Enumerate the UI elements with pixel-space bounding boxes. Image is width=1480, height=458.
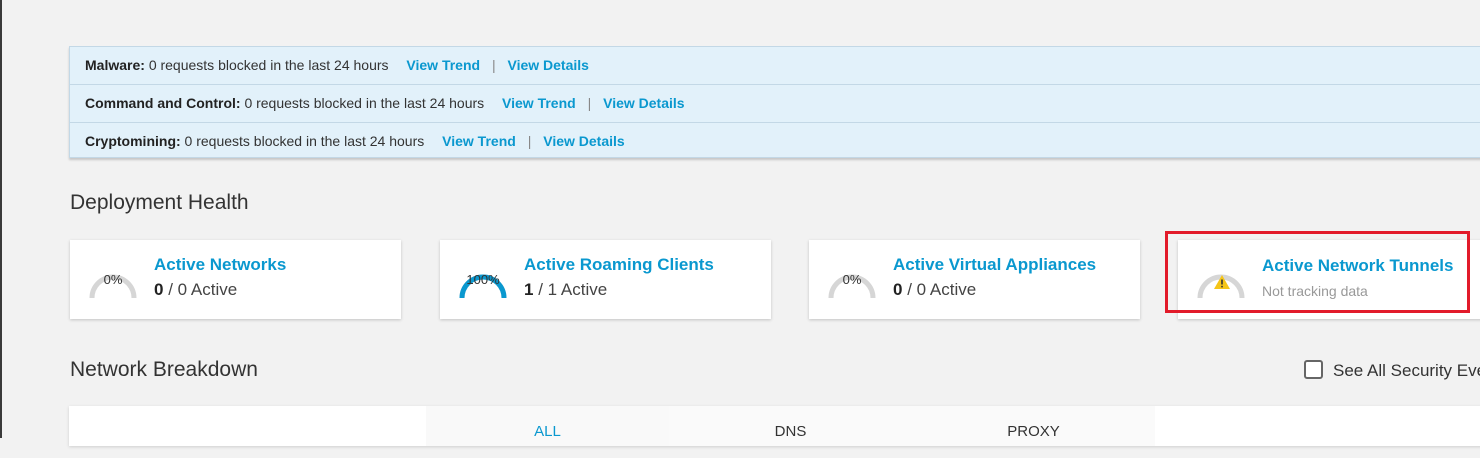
alert-text: 0 requests blocked in the last 24 hours (148, 57, 389, 73)
active-roaming-clients-card[interactable]: 100% Active Roaming Clients 1 / 1 Active (440, 240, 771, 319)
card-title[interactable]: Active Roaming Clients (524, 255, 714, 275)
link-separator: | (587, 95, 592, 111)
view-trend-link[interactable]: View Trend (502, 95, 576, 111)
tab-dns[interactable]: DNS (669, 406, 912, 446)
alert-label: Malware: (85, 57, 145, 73)
alert-label: Cryptomining: (85, 133, 181, 149)
card-title[interactable]: Active Networks (154, 255, 286, 275)
highlight-box (1165, 231, 1470, 313)
deployment-health-heading: Deployment Health (70, 191, 249, 214)
gauge-percent: 0% (103, 272, 123, 287)
threat-alerts-panel: Malware: 0 requests blocked in the last … (69, 46, 1480, 158)
window-edge (0, 0, 2, 438)
active-networks-card[interactable]: 0% Active Networks 0 / 0 Active (70, 240, 401, 319)
alert-row-cryptomining: Cryptomining: 0 requests blocked in the … (70, 123, 1480, 160)
view-trend-link[interactable]: View Trend (406, 57, 480, 73)
card-stat: 0 / 0 Active (154, 280, 237, 300)
card-title[interactable]: Active Virtual Appliances (893, 255, 1096, 275)
card-stat: 1 / 1 Active (524, 280, 607, 300)
alert-text: 0 requests blocked in the last 24 hours (244, 95, 485, 111)
active-virtual-appliances-card[interactable]: 0% Active Virtual Appliances 0 / 0 Activ… (809, 240, 1140, 319)
alert-row-command-and-control: Command and Control: 0 requests blocked … (70, 85, 1480, 123)
checkbox[interactable] (1304, 360, 1323, 379)
total-text: / 0 Active (907, 280, 977, 299)
view-details-link[interactable]: View Details (508, 57, 589, 73)
active-count: 0 (154, 280, 164, 299)
see-all-label: See All Security Eve (1333, 361, 1480, 380)
gauge-percent: 0% (842, 272, 862, 287)
link-separator: | (527, 133, 532, 149)
alert-row-malware: Malware: 0 requests blocked in the last … (70, 47, 1480, 85)
network-breakdown-heading: Network Breakdown (70, 358, 258, 381)
total-text: / 1 Active (538, 280, 608, 299)
view-details-link[interactable]: View Details (603, 95, 684, 111)
alert-text: 0 requests blocked in the last 24 hours (184, 133, 425, 149)
network-breakdown-panel: ALL DNS PROXY (69, 406, 1480, 446)
alert-label: Command and Control: (85, 95, 241, 111)
gauge-percent: 100% (466, 272, 500, 287)
tab-all[interactable]: ALL (426, 406, 669, 446)
total-text: / 0 Active (168, 280, 238, 299)
tab-proxy[interactable]: PROXY (912, 406, 1155, 446)
card-stat: 0 / 0 Active (893, 280, 976, 300)
active-count: 1 (524, 280, 534, 299)
see-all-security-events-toggle[interactable]: See All Security Eve (1304, 360, 1480, 381)
link-separator: | (491, 57, 496, 73)
view-details-link[interactable]: View Details (543, 133, 624, 149)
view-trend-link[interactable]: View Trend (442, 133, 516, 149)
active-count: 0 (893, 280, 903, 299)
